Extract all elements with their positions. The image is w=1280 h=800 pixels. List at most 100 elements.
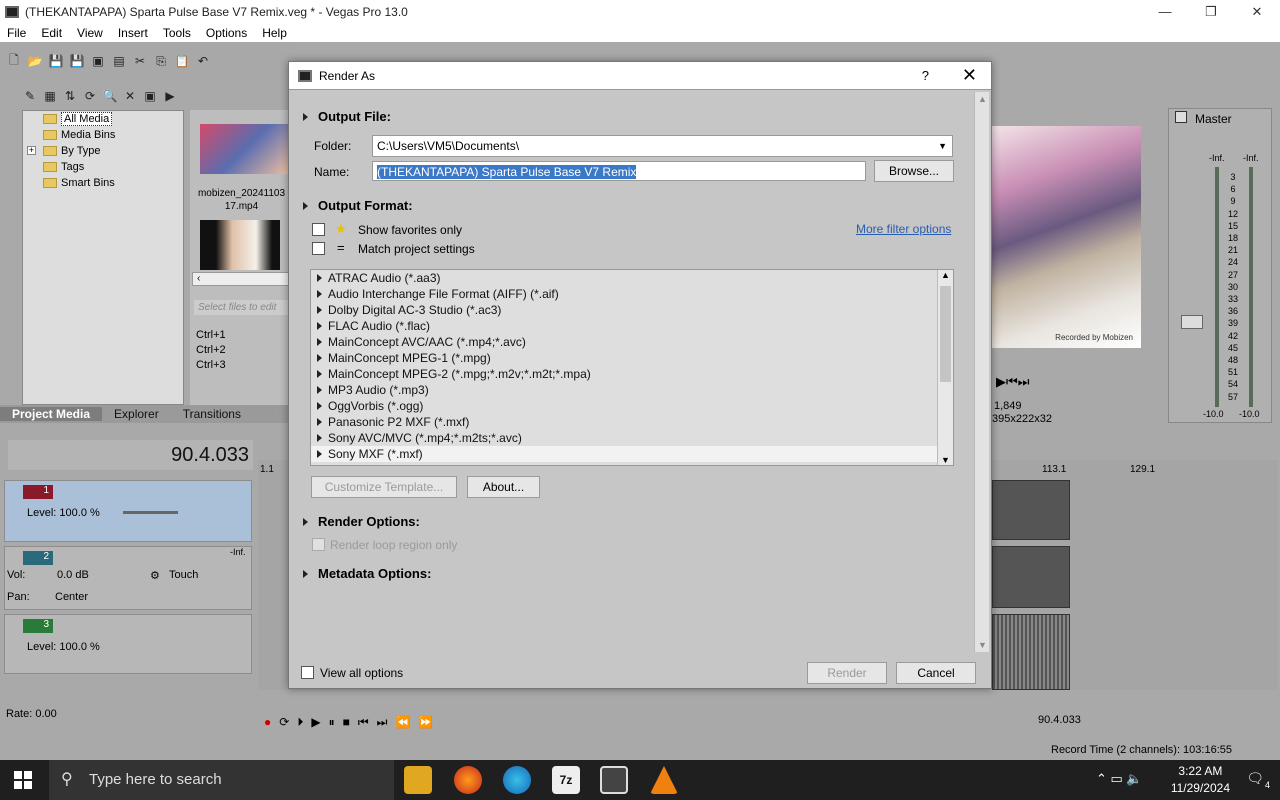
capture-icon[interactable]: ▦ xyxy=(42,88,58,104)
menu-options[interactable]: Options xyxy=(206,26,247,40)
play-media-icon[interactable]: ▶ xyxy=(162,88,178,104)
render-icon[interactable]: ▣ xyxy=(90,53,106,69)
next-frame-icon[interactable]: ⏩ xyxy=(418,715,433,729)
notification-icon[interactable]: 🗨 xyxy=(1246,770,1264,787)
video-clip-3[interactable] xyxy=(992,614,1070,690)
refresh-icon[interactable]: ⟳ xyxy=(82,88,98,104)
media-hscroll[interactable]: ‹ xyxy=(192,272,290,286)
format-item[interactable]: ATRAC Audio (*.aa3) xyxy=(311,270,953,286)
master-fader[interactable] xyxy=(1181,315,1203,329)
scroll-up-icon[interactable]: ▲ xyxy=(941,270,950,280)
7zip-icon[interactable]: 7z xyxy=(552,766,580,794)
cut-icon[interactable]: ✂ xyxy=(132,53,148,69)
cancel-button[interactable]: Cancel xyxy=(896,662,976,684)
scroll-thumb[interactable] xyxy=(940,286,951,382)
browse-button[interactable]: Browse... xyxy=(874,160,954,182)
minimize-button[interactable]: — xyxy=(1142,0,1188,23)
menu-edit[interactable]: Edit xyxy=(41,26,62,40)
format-item[interactable]: MainConcept MPEG-2 (*.mpg;*.m2v;*.m2t;*.… xyxy=(311,366,953,382)
menu-file[interactable]: File xyxy=(7,26,26,40)
name-input[interactable]: (THEKANTAPAPA) Sparta Pulse Base V7 Remi… xyxy=(372,161,866,181)
automation-mode-icon[interactable]: ⚙ xyxy=(150,569,160,582)
vlc-icon[interactable] xyxy=(650,766,678,794)
close-button[interactable]: ✕ xyxy=(1234,0,1280,23)
tree-item-by-type[interactable]: + By Type xyxy=(23,143,183,159)
record-icon[interactable]: ● xyxy=(264,715,271,729)
properties-icon[interactable]: ▤ xyxy=(111,53,127,69)
copy-icon[interactable]: ⎘ xyxy=(153,53,169,69)
play-from-start-icon[interactable]: ⏵ xyxy=(297,715,303,730)
scroll-down-icon[interactable]: ▼ xyxy=(978,640,987,650)
more-filter-options-link[interactable]: More filter options xyxy=(856,222,951,236)
match-project-checkbox[interactable] xyxy=(312,242,325,255)
menu-tools[interactable]: Tools xyxy=(163,26,191,40)
expand-icon[interactable]: + xyxy=(27,146,36,155)
menu-view[interactable]: View xyxy=(77,26,103,40)
prev-frame-icon[interactable]: ⏪ xyxy=(395,715,410,729)
audio-clip[interactable] xyxy=(992,546,1070,608)
tree-item-tags[interactable]: Tags xyxy=(23,159,183,175)
format-item[interactable]: MainConcept AVC/AAC (*.mp4;*.avc) xyxy=(311,334,953,350)
media-thumbnail[interactable] xyxy=(200,124,290,174)
go-end-icon[interactable]: ⏭ xyxy=(377,715,388,730)
scroll-up-icon[interactable]: ▲ xyxy=(978,94,987,104)
firefox-icon[interactable] xyxy=(454,766,482,794)
undo-icon[interactable]: ↶ xyxy=(195,53,211,69)
media-thumbnail-2[interactable] xyxy=(200,220,280,270)
save-as-icon[interactable]: 💾 xyxy=(69,53,85,69)
remove-icon[interactable]: ✕ xyxy=(122,88,138,104)
automation-mode[interactable]: Touch xyxy=(169,569,198,581)
format-item[interactable]: FLAC Audio (*.flac) xyxy=(311,318,953,334)
format-item[interactable]: OggVorbis (*.ogg) xyxy=(311,398,953,414)
audio-track-2[interactable]: 2 Vol: 0.0 dB ⚙ Touch Pan: Center -Inf. xyxy=(4,546,252,610)
edge-icon[interactable] xyxy=(503,766,531,794)
taskbar-search[interactable]: ⚲ Type here to search xyxy=(49,760,394,800)
media-fx-icon[interactable]: ▣ xyxy=(142,88,158,104)
render-button[interactable]: Render xyxy=(807,662,887,684)
tab-project-media[interactable]: Project Media xyxy=(0,407,103,421)
paste-icon[interactable]: 📋 xyxy=(174,53,190,69)
tree-item-smart-bins[interactable]: Smart Bins xyxy=(23,175,183,191)
format-item[interactable]: MP3 Audio (*.mp3) xyxy=(311,382,953,398)
tree-item-media-bins[interactable]: Media Bins xyxy=(23,127,183,143)
format-list[interactable]: ATRAC Audio (*.aa3) Audio Interchange Fil… xyxy=(310,269,954,466)
video-track-3[interactable]: 3 Level: 100.0 % xyxy=(4,614,252,674)
pause-icon[interactable]: ⏸ xyxy=(329,715,335,730)
tab-transitions[interactable]: Transitions xyxy=(171,407,253,421)
format-item[interactable]: Sony MXF (*.mxf) xyxy=(311,446,953,462)
get-media-icon[interactable]: ⇅ xyxy=(62,88,78,104)
preview-transport-icons[interactable]: ▶⏮⏭ xyxy=(996,374,1029,390)
open-icon[interactable]: 📂 xyxy=(27,53,43,69)
customize-template-button[interactable]: Customize Template... xyxy=(311,476,457,498)
scroll-down-icon[interactable]: ▼ xyxy=(941,455,950,465)
windows-start-icon[interactable] xyxy=(14,771,32,789)
go-start-icon[interactable]: ⏮ xyxy=(358,715,369,730)
format-item[interactable]: Sony AVC/MVC (*.mp4;*.m2ts;*.avc) xyxy=(311,430,953,446)
tab-explorer[interactable]: Explorer xyxy=(102,407,171,421)
loop-icon[interactable]: ⟳ xyxy=(279,715,289,729)
play-icon[interactable]: ▶ xyxy=(311,715,320,729)
render-options-header[interactable]: Render Options: xyxy=(303,514,420,529)
vegas-taskbar-icon[interactable] xyxy=(600,766,628,794)
menu-help[interactable]: Help xyxy=(262,26,287,40)
new-icon[interactable]: 🗋 xyxy=(6,53,22,69)
metadata-options-header[interactable]: Metadata Options: xyxy=(303,566,431,581)
output-format-header[interactable]: Output Format: xyxy=(303,198,413,213)
system-tray-icons[interactable]: ⌃ ▭ 🔈 xyxy=(1096,771,1143,787)
format-item[interactable]: Dolby Digital AC-3 Studio (*.ac3) xyxy=(311,302,953,318)
help-button[interactable]: ? xyxy=(922,68,929,83)
view-all-options-checkbox[interactable] xyxy=(301,666,314,679)
import-media-icon[interactable]: ✎ xyxy=(22,88,38,104)
video-track-1[interactable]: 1 Level: 100.0 % xyxy=(4,480,252,542)
format-item[interactable]: Panasonic P2 MXF (*.mxf) xyxy=(311,414,953,430)
loop-region-checkbox[interactable] xyxy=(312,538,325,551)
restore-button[interactable]: ❐ xyxy=(1188,0,1234,23)
file-explorer-icon[interactable] xyxy=(404,766,432,794)
save-icon[interactable]: 💾 xyxy=(48,53,64,69)
format-item[interactable]: Audio Interchange File Format (AIFF) (*.… xyxy=(311,286,953,302)
level-slider[interactable] xyxy=(123,511,178,514)
format-list-scrollbar[interactable]: ▲ ▼ xyxy=(937,270,953,465)
dialog-scrollbar[interactable]: ▲ ▼ xyxy=(974,92,989,652)
video-clip[interactable] xyxy=(992,480,1070,540)
output-file-header[interactable]: Output File: xyxy=(303,109,391,124)
